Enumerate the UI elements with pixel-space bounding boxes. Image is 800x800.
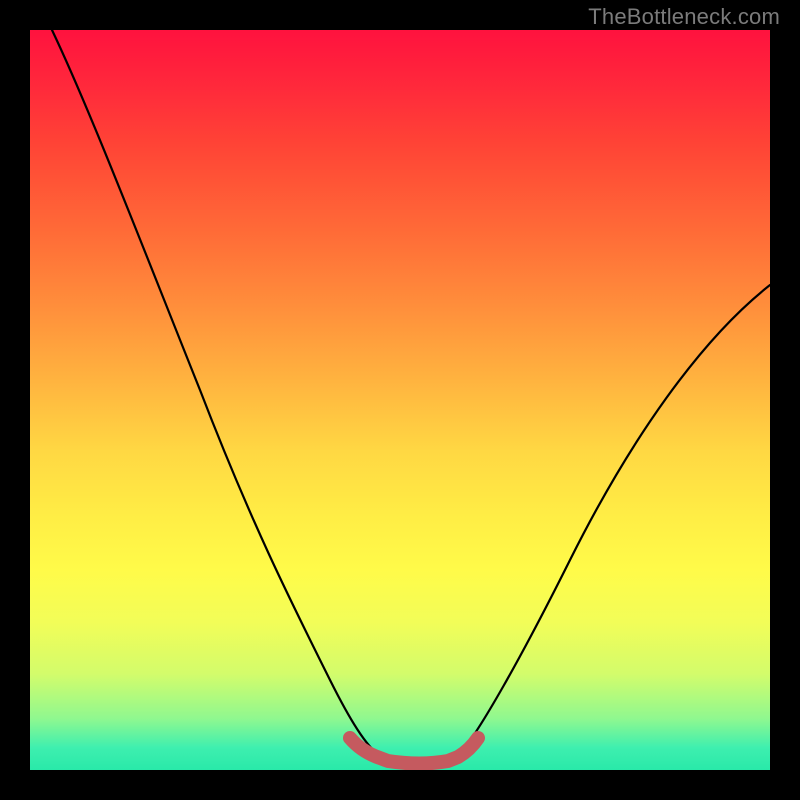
- bottleneck-curve: [52, 30, 770, 763]
- plot-area: [30, 30, 770, 770]
- watermark-text: TheBottleneck.com: [588, 4, 780, 30]
- flat-segment: [350, 738, 478, 764]
- curve-layer: [30, 30, 770, 770]
- chart-frame: TheBottleneck.com: [0, 0, 800, 800]
